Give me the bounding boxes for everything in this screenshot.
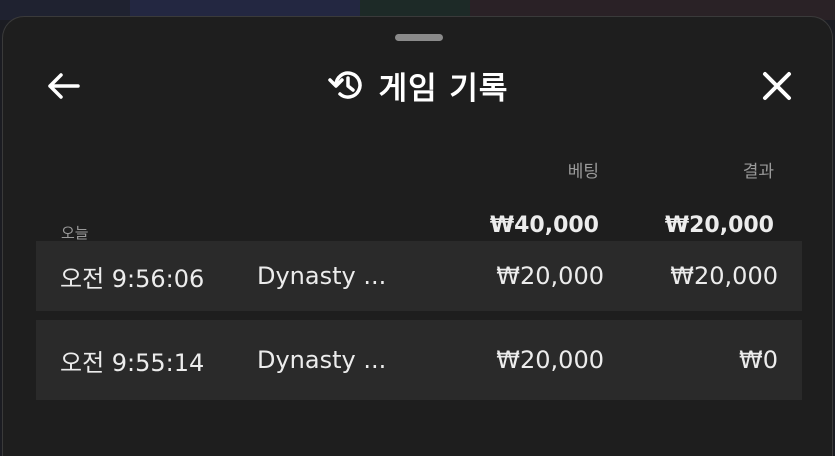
row-result-amount: ₩0 [739,346,778,374]
page-title: 게임 기록 [378,70,509,107]
drag-handle[interactable] [395,34,443,41]
history-row[interactable]: 오전 9:56:06 Dynasty ... ₩20,000 ₩20,000 [36,241,802,311]
total-bet-value: ₩40,000 [489,213,599,238]
row-bet-amount: ₩20,000 [496,262,604,290]
total-result-value: ₩20,000 [664,213,774,238]
row-result-amount: ₩20,000 [670,262,778,290]
row-time: 오전 9:55:14 [60,348,205,377]
column-header-bet: 베팅 [567,162,599,182]
date-group-label: 오늘 [61,224,89,242]
close-icon [763,72,791,100]
row-bet-amount: ₩20,000 [496,346,604,374]
history-icon [327,71,362,99]
game-history-sheet: 게임 기록 베팅 결과 오늘 ₩40,000 ₩20,000 오전 9:56:0… [2,16,833,456]
row-game-name: Dynasty ... [257,346,387,374]
close-button[interactable] [755,66,799,106]
header-title-group: 게임 기록 [3,65,832,107]
column-header-result: 결과 [742,162,774,182]
history-row[interactable]: 오전 9:55:14 Dynasty ... ₩20,000 ₩0 [36,320,802,400]
row-time: 오전 9:56:06 [60,264,205,293]
row-game-name: Dynasty ... [257,262,387,290]
